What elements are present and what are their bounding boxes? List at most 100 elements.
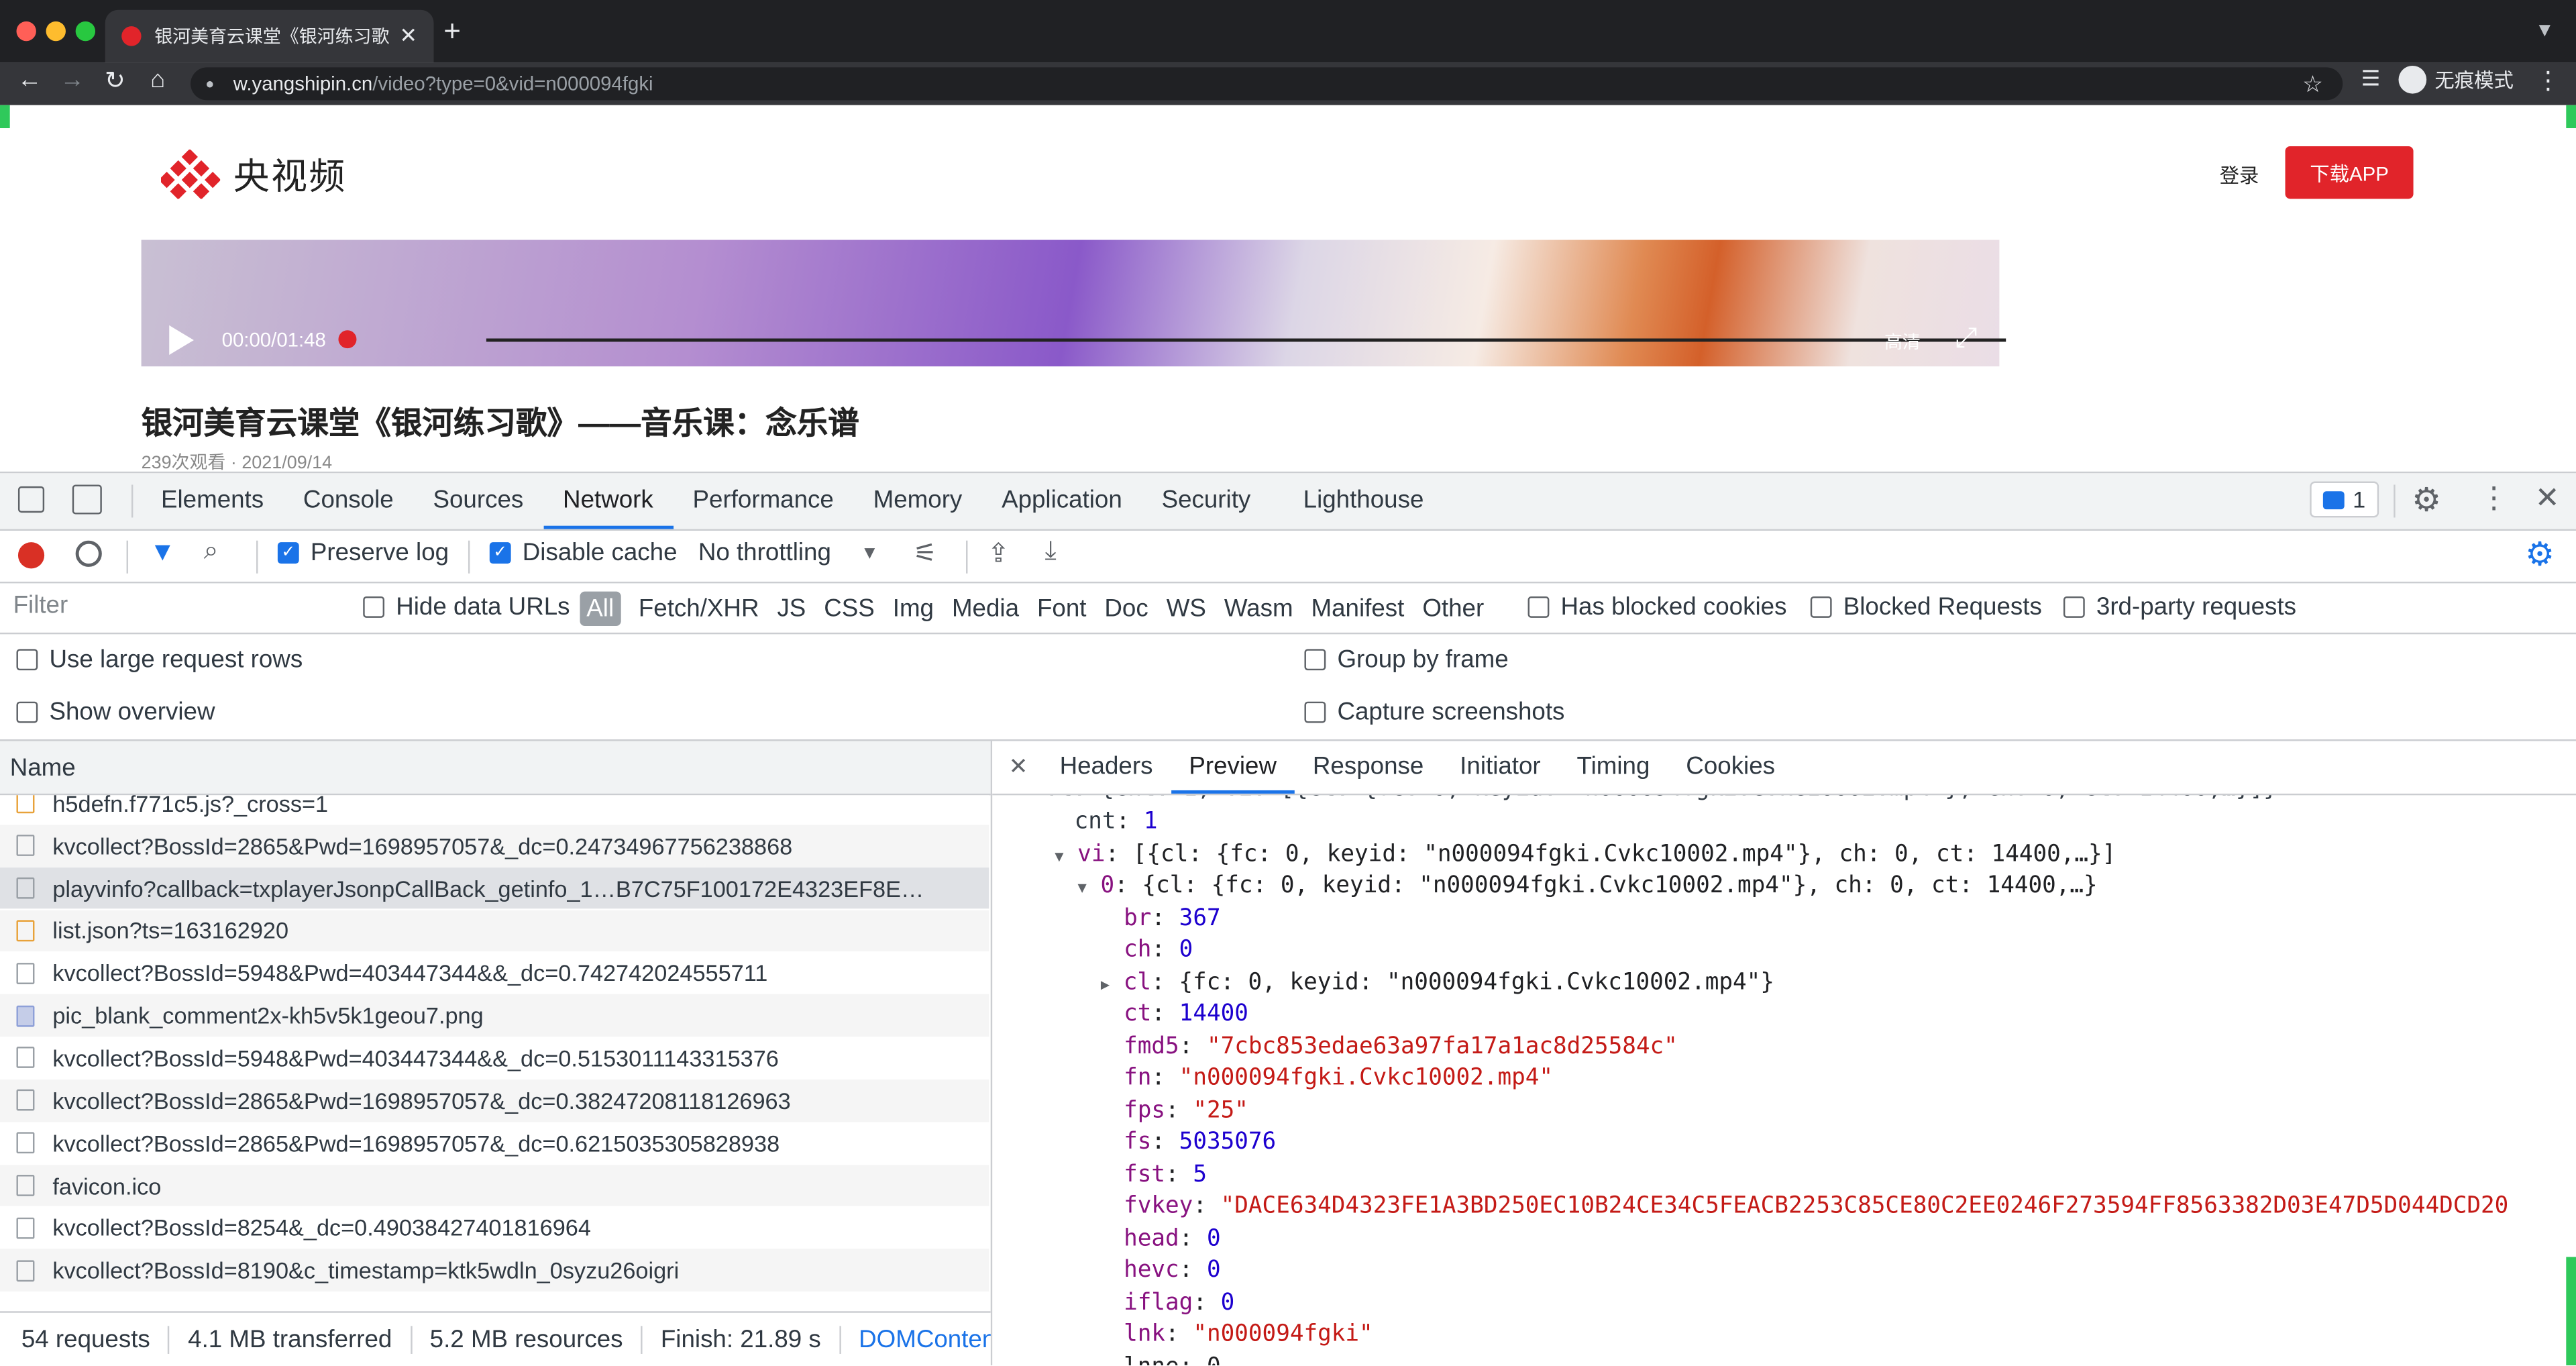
browser-tab[interactable]: 银河美育云课堂《银河练习歌》- ✕ [105,9,434,63]
site-logo[interactable]: 央视频 [161,148,347,200]
detail-tab-preview[interactable]: Preview [1171,741,1295,794]
export-har-icon[interactable]: ⤓ [1045,537,1057,567]
request-row[interactable]: favicon.ico [0,1164,989,1207]
type-filter-doc[interactable]: Doc [1096,590,1157,625]
network-settings-gear-icon[interactable]: ⚙ [2525,534,2555,575]
type-filter-font[interactable]: Font [1029,590,1095,625]
play-icon[interactable] [169,325,194,355]
back-icon[interactable]: ← [13,66,46,94]
disable-cache-checkbox[interactable]: ✓ Disable cache [489,539,678,567]
type-filter-manifest[interactable]: Manifest [1303,590,1412,625]
type-filter-css[interactable]: CSS [816,590,883,625]
devtools-tab-security[interactable]: Security [1142,473,1283,529]
type-filter-wasm[interactable]: Wasm [1216,590,1301,625]
incognito-badge[interactable]: 无痕模式 [2398,65,2514,94]
close-detail-icon[interactable]: ✕ [1009,753,1028,781]
filter-placeholder: Filter [13,591,68,620]
more-options-icon[interactable]: ⋮ [2479,482,2509,516]
browser-menu-icon[interactable]: ⋮ [2532,66,2565,95]
record-button[interactable] [17,542,45,569]
hide-data-urls-checkbox[interactable]: Hide data URLs [363,593,570,621]
json-line-item0[interactable]: ▼ 0: {cl: {fc: 0, keyid: "n000094fgki.Cv… [1078,872,2098,898]
type-filter-img[interactable]: Img [885,590,943,625]
progress-track[interactable] [486,338,2006,342]
filter-funnel-icon[interactable]: ▼ [150,539,176,568]
reading-list-icon[interactable]: ☰ [2354,66,2387,92]
issues-counter-button[interactable]: 1 [2310,481,2379,518]
type-filter-js[interactable]: JS [769,590,814,625]
progress-thumb[interactable] [338,330,357,349]
clear-icon[interactable] [75,540,102,567]
expand-triangle-icon[interactable]: ▼ [1078,881,1087,897]
type-filter-fetchxhr[interactable]: Fetch/XHR [631,590,767,625]
devtools-tab-sources[interactable]: Sources [413,473,543,529]
devtools-tab-elements[interactable]: Elements [142,473,284,529]
type-filter-other[interactable]: Other [1414,590,1492,625]
devtools-tab-lighthouse[interactable]: Lighthouse [1283,473,1444,529]
forward-icon[interactable]: → [56,66,89,94]
network-conditions-icon[interactable]: ⚟ [914,537,937,570]
collapsed-triangle-icon[interactable]: ▶ [1101,978,1110,994]
login-link[interactable]: 登录 [2220,161,2259,189]
detail-tab-initiator[interactable]: Initiator [1442,741,1558,793]
request-row[interactable]: kvcollect?BossId=8254&_dc=0.490384274018… [0,1206,989,1249]
home-icon[interactable]: ⌂ [142,66,174,94]
preserve-log-checkbox[interactable]: ✓ Preserve log [277,539,449,567]
close-devtools-icon[interactable]: ✕ [2535,482,2560,516]
request-row[interactable]: pic_blank_comment2x-kh5v5k1geou7.png [0,994,989,1037]
request-row[interactable]: playvinfo?callback=txplayerJsonpCallBack… [0,867,989,910]
window-zoom-button[interactable] [75,21,96,42]
json-line-vi[interactable]: ▼ vi: [{cl: {fc: 0, keyid: "n000094fgki.… [1055,841,2116,868]
device-toolbar-icon[interactable] [72,484,102,515]
devtools-tab-console[interactable]: Console [284,473,414,529]
request-row[interactable]: kvcollect?BossId=5948&Pwd=403447344&&_dc… [0,1037,989,1080]
bookmark-star-icon[interactable]: ☆ [2302,70,2323,98]
has-blocked-cookies-checkbox[interactable]: Has blocked cookies [1527,593,1786,621]
request-row[interactable]: kvcollect?BossId=2865&Pwd=1698957057&_dc… [0,825,989,868]
detail-tab-timing[interactable]: Timing [1559,741,1668,793]
inspect-element-icon[interactable] [17,486,45,513]
json-line-cl[interactable]: ▶ cl: {fc: 0, keyid: "n000094fgki.Cvkc10… [1101,969,1774,996]
window-minimize-button[interactable] [46,21,66,42]
settings-gear-icon[interactable]: ⚙ [2412,480,2441,521]
detail-tab-response[interactable]: Response [1295,741,1442,793]
new-tab-icon[interactable]: + [443,15,461,49]
request-row[interactable]: list.json?ts=163162920 [0,909,989,952]
type-filter-all[interactable]: All [580,590,621,625]
group-by-frame-checkbox[interactable]: Group by frame [1304,645,1509,674]
capture-screenshots-checkbox[interactable]: Capture screenshots [1304,698,1564,726]
detail-tab-cookies[interactable]: Cookies [1668,741,1793,793]
request-row[interactable]: kvcollect?BossId=2865&Pwd=1698957057&_dc… [0,1122,989,1165]
request-row[interactable]: kvcollect?BossId=2865&Pwd=1698957057&_dc… [0,1079,989,1122]
show-overview-checkbox[interactable]: Show overview [16,698,215,726]
omnibox-url-field[interactable]: ● w.yangshipin.cn/video?type=0&vid=n0000… [191,67,2343,101]
request-row[interactable]: h5defn.f771c5.js?_cross=1 [0,795,989,825]
throttling-select[interactable]: No throttling ▼ [698,539,879,567]
tab-search-chevron-icon[interactable]: ▼ [2535,18,2555,41]
window-close-button[interactable] [16,21,36,42]
detail-tab-headers[interactable]: Headers [1042,741,1171,793]
request-row[interactable]: kvcollect?BossId=5948&Pwd=403447344&&_dc… [0,951,989,995]
request-row[interactable]: kvcollect?BossId=8190&c_timestamp=ktk5wd… [0,1249,989,1292]
reload-icon[interactable]: ↻ [99,66,131,95]
third-party-checkbox[interactable]: 3rd-party requests [2063,593,2296,621]
video-player[interactable]: 00:00/01:48 高清 ⤢ [141,240,2006,367]
devtools-tab-application[interactable]: Application [982,473,1142,529]
devtools-tab-performance[interactable]: Performance [673,473,853,529]
quality-selector[interactable]: 高清 [1884,329,1921,355]
url-path: /video?type=0&vid=n000094fgki [372,72,653,96]
import-har-icon[interactable]: ⇪ [987,537,1010,570]
download-app-button[interactable]: 下载APP [2285,146,2414,199]
blocked-requests-checkbox[interactable]: Blocked Requests [1810,593,2042,621]
type-filter-ws[interactable]: WS [1158,590,1214,625]
expand-triangle-icon[interactable]: ▼ [1055,849,1063,865]
fullscreen-icon[interactable]: ⤢ [1955,322,1977,355]
devtools-tab-memory[interactable]: Memory [853,473,981,529]
devtools-tab-network[interactable]: Network [543,473,674,529]
search-icon[interactable]: ⌕ [204,537,219,567]
name-column-header[interactable]: Name [0,741,991,796]
large-rows-checkbox[interactable]: Use large request rows [16,645,303,674]
type-filter-media[interactable]: Media [944,590,1028,625]
filter-input[interactable]: Filter [8,588,337,625]
tab-close-icon[interactable]: ✕ [399,23,417,49]
